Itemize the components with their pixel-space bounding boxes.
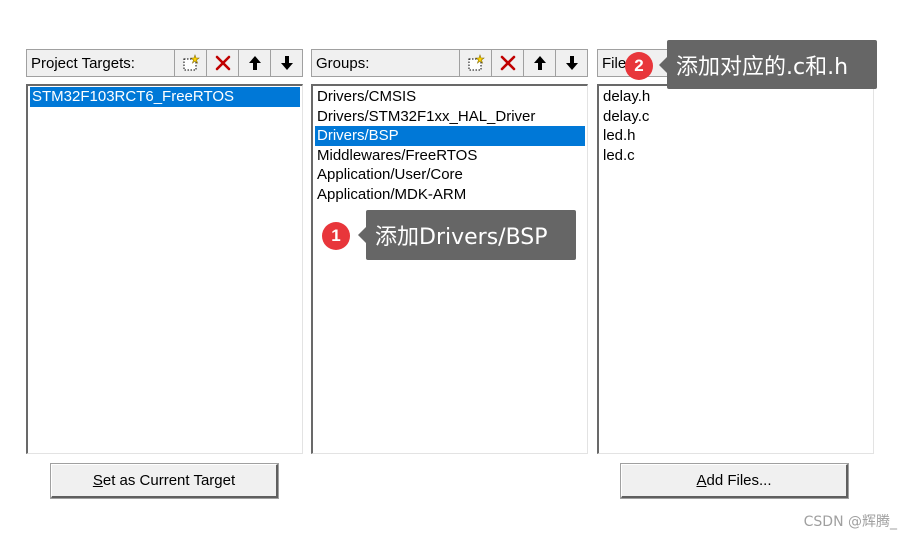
groups-list[interactable]: Drivers/CMSIS Drivers/STM32F1xx_HAL_Driv…	[311, 84, 588, 454]
callout-text: 添加Drivers/BSP	[375, 225, 548, 250]
watermark: CSDN @辉腾_	[803, 514, 897, 530]
step-2-badge: 2	[625, 52, 653, 80]
new-target-button[interactable]	[174, 50, 206, 76]
project-targets-title: Project Targets:	[31, 54, 135, 72]
move-group-up-button[interactable]	[523, 50, 555, 76]
project-targets-toolbar	[174, 50, 302, 76]
move-target-down-button[interactable]	[270, 50, 302, 76]
project-targets-header: Project Targets:	[26, 49, 303, 77]
list-item[interactable]: Middlewares/FreeRTOS	[315, 146, 585, 166]
list-item[interactable]: Drivers/CMSIS	[315, 87, 585, 107]
groups-header: Groups:	[311, 49, 588, 77]
delete-group-button[interactable]	[491, 50, 523, 76]
list-item[interactable]: led.c	[601, 146, 871, 166]
files-panel: Files: delay.h delay.c led.h led.c	[597, 49, 874, 454]
step-1-badge: 1	[322, 222, 350, 250]
add-files-accel: A	[696, 472, 707, 489]
project-targets-list[interactable]: STM32F103RCT6_FreeRTOS	[26, 84, 303, 454]
move-down-icon	[565, 56, 578, 70]
move-down-icon	[280, 56, 293, 70]
callout-arrow	[659, 56, 667, 73]
list-item[interactable]: Drivers/STM32F1xx_HAL_Driver	[315, 107, 585, 127]
add-files-label: dd Files...	[706, 472, 772, 489]
files-list[interactable]: delay.h delay.c led.h led.c	[597, 84, 874, 454]
delete-icon	[500, 55, 515, 71]
project-targets-panel: Project Targets: STM32F103RCT6_FreeRTOS	[26, 49, 303, 454]
add-files-button[interactable]: Add Files...	[621, 464, 848, 498]
set-current-target-button[interactable]: Set as Current Target	[51, 464, 278, 498]
list-item[interactable]: Drivers/BSP	[315, 126, 585, 146]
move-group-down-button[interactable]	[555, 50, 587, 76]
move-up-icon	[248, 56, 261, 70]
set-target-accel: S	[92, 472, 103, 489]
delete-icon	[215, 55, 230, 71]
callout-text: 添加对应的.c和.h	[676, 54, 849, 80]
list-item[interactable]: Application/User/Core	[315, 165, 585, 185]
list-item[interactable]: led.h	[601, 126, 871, 146]
move-up-icon	[533, 56, 546, 70]
delete-target-button[interactable]	[206, 50, 238, 76]
list-item[interactable]: Application/MDK-ARM	[315, 185, 585, 205]
groups-title: Groups:	[316, 54, 370, 72]
list-item[interactable]: delay.h	[601, 87, 871, 107]
new-icon	[468, 54, 485, 71]
list-item[interactable]: STM32F103RCT6_FreeRTOS	[30, 87, 300, 107]
callout-add-bsp: 添加Drivers/BSP	[358, 210, 576, 260]
list-item[interactable]: delay.c	[601, 107, 871, 127]
move-target-up-button[interactable]	[238, 50, 270, 76]
callout-add-files: 添加对应的.c和.h	[659, 40, 877, 89]
set-target-label: et as Current Target	[102, 472, 236, 489]
new-icon	[183, 54, 200, 71]
new-group-button[interactable]	[459, 50, 491, 76]
groups-toolbar	[459, 50, 587, 76]
callout-arrow	[358, 227, 366, 243]
